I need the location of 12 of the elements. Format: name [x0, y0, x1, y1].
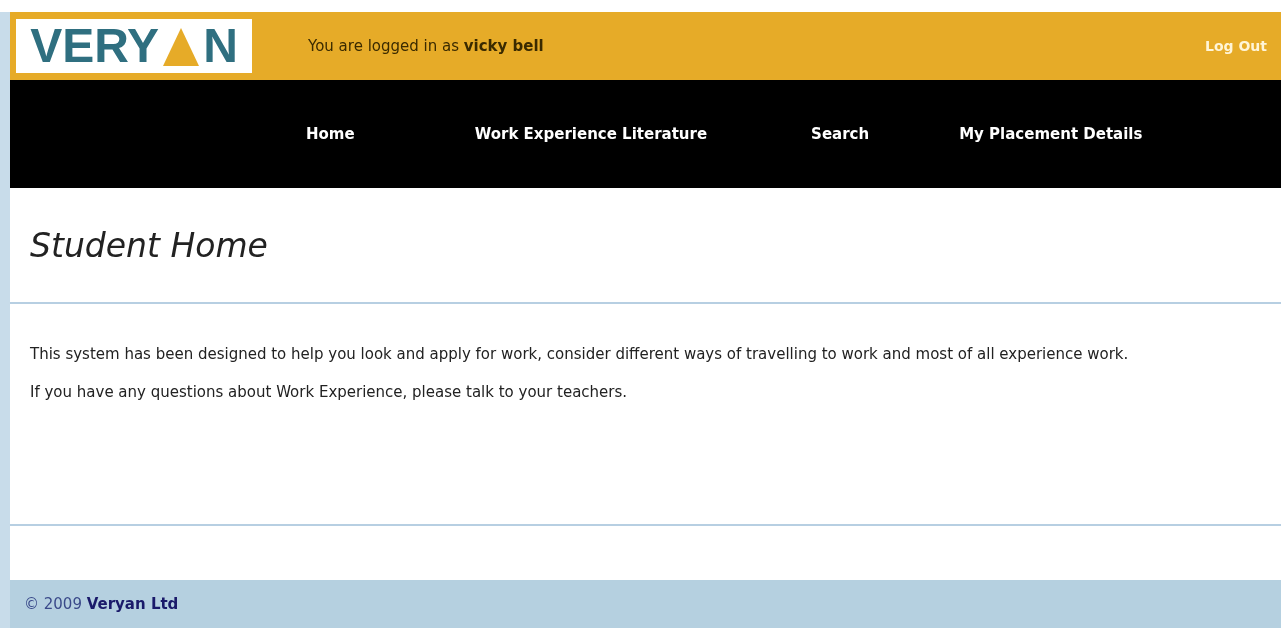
copyright-text: © 2009 Veryan Ltd [24, 595, 179, 613]
nav-link[interactable]: Home [306, 125, 355, 143]
paragraph: If you have any questions about Work Experience, please talk to your teachers. [30, 382, 629, 403]
logo-text: N [203, 22, 238, 70]
nav-link[interactable]: My Placement Details [959, 125, 1143, 143]
login-status: You are logged in as vicky bell [308, 37, 544, 55]
paragraph: This system has been designed to help you look and apply for work, consider different ways of travelling to work and most of all experience work. [30, 344, 1130, 365]
page-title: Student Home [10, 188, 1281, 304]
nav-link[interactable]: Work Experience Literature [474, 125, 708, 143]
nav-link[interactable]: Search [811, 125, 870, 143]
logo-text: VERY [30, 22, 160, 70]
triangle-icon [161, 26, 202, 66]
